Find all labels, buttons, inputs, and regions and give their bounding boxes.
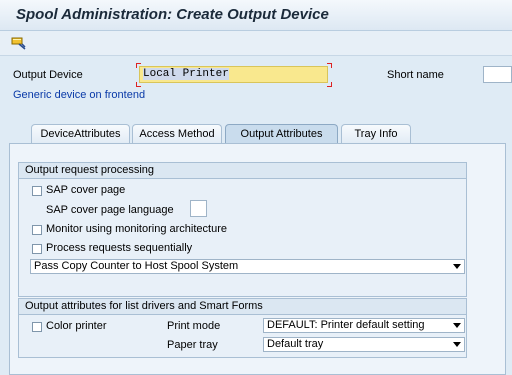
- tab-output-attributes[interactable]: Output Attributes: [225, 124, 338, 143]
- print-mode-label: Print mode: [167, 320, 221, 332]
- input-corner-marker: [327, 63, 332, 68]
- monitor-label: Monitor using monitoring architecture: [46, 223, 227, 235]
- tab-device-attributes[interactable]: DeviceAttributes: [31, 124, 130, 143]
- tab-strip: DeviceAttributes Access Method Output At…: [31, 124, 421, 144]
- group-heading: Output attributes for list drivers and S…: [19, 299, 466, 315]
- output-attributes-panel: Output request processing SAP cover page…: [9, 143, 506, 375]
- monitor-checkbox[interactable]: [32, 225, 42, 235]
- output-request-group: Output request processing SAP cover page…: [18, 162, 467, 297]
- list-drivers-group: Output attributes for list drivers and S…: [18, 298, 467, 358]
- chevron-down-icon: [453, 264, 461, 269]
- page-title: Spool Administration: Create Output Devi…: [16, 6, 329, 23]
- color-printer-label: Color printer: [46, 320, 107, 332]
- copy-counter-dropdown[interactable]: Pass Copy Counter to Host Spool System: [30, 259, 465, 274]
- generic-device-link[interactable]: Generic device on frontend: [13, 89, 145, 101]
- paper-tray-label: Paper tray: [167, 339, 218, 351]
- tab-access-method[interactable]: Access Method: [132, 124, 222, 143]
- short-name-input[interactable]: [483, 66, 512, 83]
- group-heading: Output request processing: [19, 163, 466, 179]
- cover-page-language-input[interactable]: [190, 200, 207, 217]
- title-bar: Spool Administration: Create Output Devi…: [0, 0, 512, 31]
- tab-tray-info[interactable]: Tray Info: [341, 124, 411, 143]
- input-corner-marker: [327, 82, 332, 87]
- output-device-input[interactable]: Local Printer: [139, 66, 328, 83]
- input-corner-marker: [136, 82, 141, 87]
- print-mode-dropdown[interactable]: DEFAULT: Printer default setting: [263, 318, 465, 333]
- cover-page-language-label: SAP cover page language: [46, 204, 174, 216]
- color-printer-checkbox[interactable]: [32, 322, 42, 332]
- sap-cover-page-checkbox[interactable]: [32, 186, 42, 196]
- input-corner-marker: [136, 63, 141, 68]
- chevron-down-icon: [453, 323, 461, 328]
- output-device-label: Output Device: [13, 69, 83, 81]
- application-toolbar: [0, 31, 512, 56]
- sequential-checkbox[interactable]: [32, 244, 42, 254]
- paper-tray-dropdown[interactable]: Default tray: [263, 337, 465, 352]
- short-name-label: Short name: [387, 69, 444, 81]
- output-device-value: Local Printer: [143, 68, 229, 80]
- chevron-down-icon: [453, 342, 461, 347]
- display-change-icon[interactable]: [10, 35, 28, 51]
- print-mode-value: DEFAULT: Printer default setting: [267, 319, 425, 331]
- sequential-label: Process requests sequentially: [46, 242, 193, 254]
- paper-tray-value: Default tray: [267, 338, 324, 350]
- copy-counter-value: Pass Copy Counter to Host Spool System: [34, 260, 239, 272]
- sap-cover-page-label: SAP cover page: [46, 184, 126, 196]
